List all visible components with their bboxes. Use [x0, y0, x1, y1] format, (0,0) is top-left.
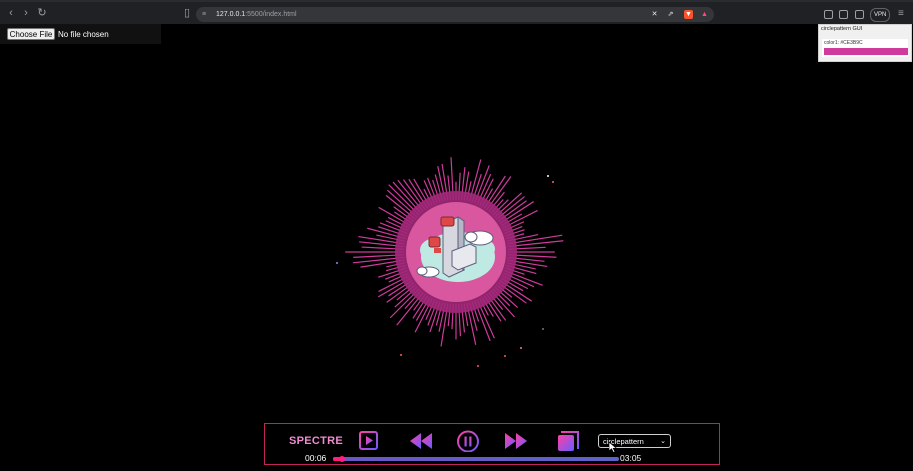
file-status: No file chosen [58, 30, 109, 39]
particle [542, 328, 544, 330]
address-bar[interactable]: ≡ 127.0.0.1:5500/index.html ✕ ⇗ ▼ ▲ [196, 7, 714, 22]
progress-bar[interactable] [333, 456, 619, 462]
rewind-icon [410, 433, 421, 449]
browser-toolbar: ‹ › ↻ ▯ ≡ 127.0.0.1:5500/index.html ✕ ⇗ … [0, 0, 913, 24]
current-time: 00:06 [305, 453, 327, 463]
fast-forward-icon [505, 433, 516, 449]
pause-icon [457, 430, 479, 452]
wallet-icon[interactable] [855, 10, 864, 19]
player-brand: SPECTRE [289, 435, 344, 447]
rewind-button[interactable] [408, 430, 434, 452]
particle [547, 175, 549, 177]
extensions-icon[interactable] [824, 10, 833, 19]
reload-icon[interactable]: ↻ [36, 7, 48, 19]
particle [504, 355, 506, 357]
player-bar: SPECTRE circlepattern ⌄ 00:06 03:05 [264, 423, 720, 465]
translate-icon[interactable]: ✕ [650, 10, 659, 19]
file-input-bar: Choose File No file chosen [0, 24, 161, 44]
site-settings-icon[interactable]: ≡ [202, 11, 210, 18]
progress-knob[interactable] [339, 456, 346, 462]
menu-icon[interactable]: ≡ [898, 8, 904, 20]
url-path: :5500/index.html [245, 11, 297, 18]
gui-title: circlepattern GUI [821, 26, 863, 32]
vpn-button[interactable]: VPN [870, 8, 891, 22]
particle [477, 365, 479, 367]
mouse-cursor-icon [609, 442, 617, 453]
fast-forward-button[interactable] [503, 430, 529, 452]
pause-button[interactable] [456, 430, 480, 452]
brave-rewards-icon[interactable]: ▲ [700, 10, 709, 19]
particle [520, 347, 522, 349]
choose-file-button[interactable]: Choose File [7, 28, 55, 40]
share-icon[interactable]: ⇗ [666, 10, 675, 19]
forward-icon[interactable]: › [20, 7, 32, 19]
visualizer-canvas [336, 157, 564, 367]
brave-shield-icon[interactable]: ▼ [684, 10, 693, 19]
url-host: 127.0.0.1 [216, 11, 246, 18]
sidebar-icon[interactable] [839, 10, 848, 19]
back-icon[interactable]: ‹ [5, 7, 17, 19]
chevron-down-icon: ⌄ [660, 438, 666, 445]
bookmark-icon[interactable]: ▯ [181, 7, 193, 19]
particle [552, 181, 554, 183]
fullscreen-button[interactable] [556, 430, 580, 452]
particle [336, 262, 338, 264]
particle [400, 354, 402, 356]
playlist-button[interactable] [358, 430, 380, 452]
total-time: 03:05 [620, 453, 642, 463]
